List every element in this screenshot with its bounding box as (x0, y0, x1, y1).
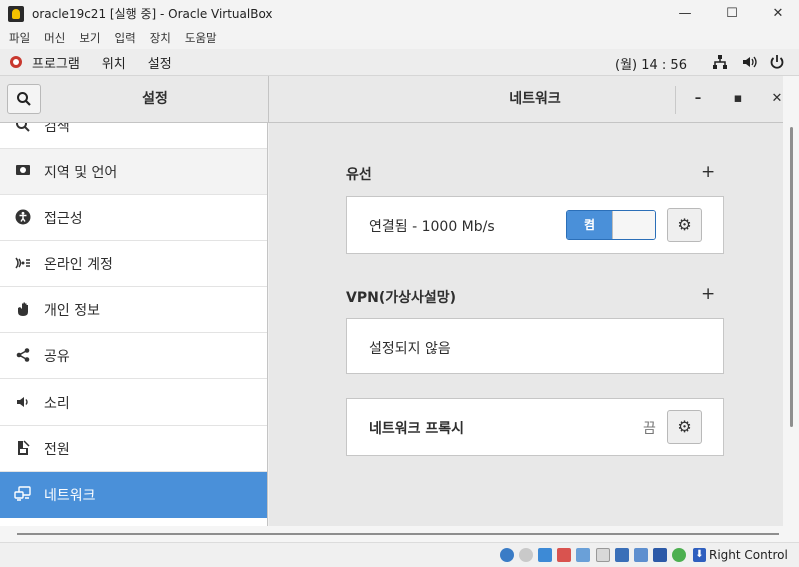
network-icon (13, 485, 33, 504)
sidebar-item-privacy[interactable]: 개인 정보 (0, 287, 267, 333)
search-icon (17, 92, 31, 106)
network-adapter-icon[interactable] (557, 548, 571, 562)
sidebar-item-label: 소리 (44, 395, 70, 412)
toggle-on-label: 켬 (567, 211, 612, 239)
top-menu-applications[interactable]: 프로그램 (32, 53, 80, 72)
audio-icon[interactable] (538, 548, 552, 562)
sound-icon (13, 394, 33, 412)
settings-sidebar: 검색 지역 및 언어 접근성 온라인 계정 개인 정보 공유 소리 전원 네트워… (0, 123, 268, 526)
window-minimize-button[interactable]: — (662, 0, 708, 27)
online-accounts-icon (13, 255, 33, 273)
gear-icon: ⚙ (677, 215, 692, 234)
share-icon (13, 347, 33, 365)
menu-devices[interactable]: 장치 (150, 30, 171, 46)
menu-file[interactable]: 파일 (9, 30, 30, 46)
clock[interactable]: (월) 14 : 56 (615, 54, 687, 73)
settings-minimize-button[interactable]: – (687, 88, 709, 110)
network-panel: 유선 + 연결됨 - 1000 Mb/s 켬 ⚙ VPN(가상사설망) + 설정… (269, 123, 783, 526)
volume-icon[interactable] (740, 54, 758, 70)
virtualization-icon[interactable] (653, 548, 667, 562)
shared-folders-icon[interactable] (596, 548, 610, 562)
virtualbox-window: oracle19c21 [실행 중] - Oracle VirtualBox —… (0, 0, 799, 567)
add-wired-button[interactable]: + (701, 162, 715, 182)
network-proxy-row[interactable]: 네트워크 프록시 끔 ⚙ (346, 398, 724, 456)
sidebar-item-network[interactable]: 네트워크 (0, 472, 267, 518)
sidebar-item-label: 지역 및 언어 (44, 164, 118, 181)
hard-disk-icon[interactable] (500, 548, 514, 562)
power-icon[interactable] (768, 54, 786, 70)
search-button[interactable] (7, 84, 41, 114)
sidebar-item-region-language[interactable]: 지역 및 언어 (0, 149, 267, 195)
host-key-arrow-icon: ⬇ (693, 548, 706, 562)
mouse-integration-icon[interactable] (672, 548, 686, 562)
vpn-section-title: VPN(가상사설망) (346, 290, 457, 306)
vbox-status-bar: ⬇ Right Control (0, 542, 799, 567)
sidebar-item-label: 네트워크 (44, 487, 96, 504)
gear-icon: ⚙ (677, 417, 692, 436)
vpn-card: 설정되지 않음 (346, 318, 724, 374)
optical-drive-icon[interactable] (519, 548, 533, 562)
vertical-scrollbar-thumb[interactable] (790, 127, 793, 427)
vpn-status: 설정되지 않음 (369, 341, 451, 357)
wired-status: 연결됨 - 1000 Mb/s (369, 219, 495, 235)
sidebar-title: 설정 (142, 91, 168, 107)
horizontal-scrollbar[interactable] (17, 533, 779, 535)
wired-toggle-switch[interactable]: 켬 (566, 210, 656, 240)
region-language-icon (13, 163, 33, 181)
sidebar-item-label: 개인 정보 (44, 302, 100, 319)
menu-machine[interactable]: 머신 (44, 30, 65, 46)
privacy-hand-icon (13, 301, 33, 319)
window-close-button[interactable]: ✕ (755, 0, 799, 27)
gnome-top-bar: 프로그램 위치 설정 (월) 14 : 56 (0, 49, 799, 76)
sidebar-item-label: 검색 (44, 123, 70, 135)
vbox-menubar: 파일 머신 보기 입력 장치 도움말 (0, 27, 799, 49)
top-menu-places[interactable]: 위치 (102, 53, 126, 72)
window-title: oracle19c21 [실행 중] - Oracle VirtualBox (32, 7, 273, 21)
sidebar-item-label: 온라인 계정 (44, 256, 113, 273)
power-plug-icon (13, 439, 33, 458)
header-button-divider (675, 86, 676, 114)
sidebar-item-label: 공유 (44, 348, 70, 365)
page-title: 네트워크 (509, 91, 561, 107)
proxy-title: 네트워크 프록시 (369, 421, 465, 437)
display-icon[interactable] (615, 548, 629, 562)
menu-help[interactable]: 도움말 (185, 30, 217, 46)
sidebar-item-search[interactable]: 검색 (0, 123, 267, 149)
wired-section-title: 유선 (346, 167, 372, 183)
sidebar-item-label: 접근성 (44, 210, 83, 227)
sidebar-item-label: 전원 (44, 441, 70, 458)
sidebar-item-online-accounts[interactable]: 온라인 계정 (0, 241, 267, 287)
sidebar-item-sound[interactable]: 소리 (0, 380, 267, 426)
proxy-status: 끔 (643, 421, 656, 437)
window-maximize-button[interactable]: ☐ (709, 0, 755, 27)
usb-icon[interactable] (576, 548, 590, 562)
sidebar-item-sharing[interactable]: 공유 (0, 333, 267, 379)
host-key-label: Right Control (709, 548, 788, 562)
top-menu-settings[interactable]: 설정 (148, 53, 172, 72)
sidebar-item-accessibility[interactable]: 접근성 (0, 195, 267, 241)
distro-logo-icon (10, 56, 22, 68)
network-icon[interactable] (711, 54, 729, 70)
virtualbox-app-icon (8, 5, 24, 22)
menu-input[interactable]: 입력 (115, 30, 136, 46)
accessibility-icon (13, 209, 33, 227)
settings-maximize-button[interactable]: ▪ (727, 88, 749, 110)
search-icon (13, 123, 33, 135)
wired-connection-card: 연결됨 - 1000 Mb/s 켬 ⚙ (346, 196, 724, 254)
proxy-settings-button[interactable]: ⚙ (667, 410, 702, 444)
sidebar-item-power[interactable]: 전원 (0, 426, 267, 472)
settings-header-bar: 설정 네트워크 – ▪ ✕ (0, 76, 783, 123)
menu-view[interactable]: 보기 (79, 30, 100, 46)
wired-settings-button[interactable]: ⚙ (667, 208, 702, 242)
add-vpn-button[interactable]: + (701, 284, 715, 304)
recording-icon[interactable] (634, 548, 648, 562)
toggle-knob (612, 211, 655, 239)
